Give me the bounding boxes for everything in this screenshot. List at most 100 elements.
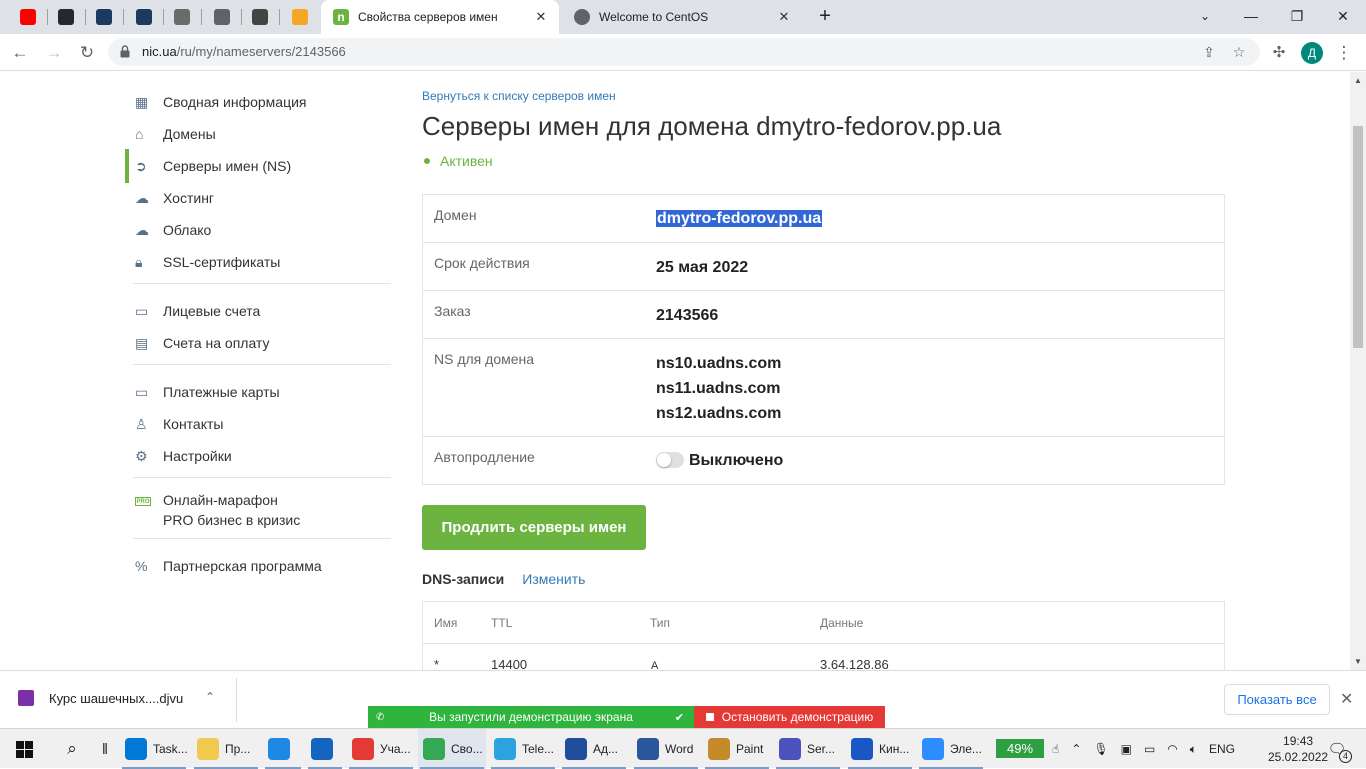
volume-icon[interactable]: 🔈︎ [1190, 742, 1197, 757]
minimize-icon[interactable]: — [1228, 0, 1274, 34]
url-host: nic.ua [142, 44, 177, 59]
profile-avatar[interactable]: Д [1301, 42, 1323, 64]
arrow-circle-icon: ➲ [135, 158, 147, 174]
taskbar-app[interactable]: Ад... [560, 729, 628, 769]
back-arrow-icon[interactable]: ← [6, 39, 34, 67]
share-icon[interactable]: ⇪ [1198, 41, 1220, 63]
taskbar-app[interactable] [263, 729, 303, 769]
sidebar-item-4-0[interactable]: % Партнерская программа [135, 553, 322, 579]
sidebar-item-2-0[interactable]: ▭ Платежные карты [135, 379, 280, 405]
close-window-icon[interactable]: ✕ [1320, 0, 1366, 34]
system-clock[interactable]: 19:43 25.02.2022 [1268, 733, 1328, 765]
show-hidden-icons-chevron-icon[interactable]: ⌃ [1071, 742, 1081, 756]
dns-edit-link[interactable]: Изменить [522, 571, 585, 587]
sidebar-item-1-0[interactable]: ▭ Лицевые счета [135, 298, 260, 324]
restore-icon[interactable]: ❐ [1274, 0, 1320, 34]
pinned-tab[interactable] [14, 5, 42, 29]
pinned-tab[interactable] [208, 5, 236, 29]
task-view-icon[interactable]: ‖ [96, 729, 114, 769]
battery-plug-icon[interactable]: ▭ [1144, 742, 1155, 756]
sidebar-item-2-2[interactable]: ⚙ Настройки [135, 443, 232, 469]
sidebar-item-2-1[interactable]: ♙ Контакты [135, 411, 223, 437]
download-item[interactable]: Курс шашечных....djvu [18, 690, 183, 706]
app-icon [125, 738, 147, 760]
dns-col-type: Тип [650, 616, 671, 630]
sidebar-item-1-1[interactable]: ▤ Счета на оплату [135, 330, 270, 356]
taskbar-app[interactable]: Кин... [846, 729, 914, 769]
tab-nameserver-properties[interactable]: n Свойства серверов имен ✕ [321, 0, 559, 34]
close-tab-icon[interactable]: ✕ [774, 9, 794, 25]
pinned-tab[interactable] [90, 5, 118, 29]
app-label: Эле... [950, 742, 982, 756]
close-tab-icon[interactable]: ✕ [531, 9, 551, 25]
sidebar-item-label: Онлайн-марафон PRO бизнес в кризис [163, 492, 300, 528]
stop-screenshare-button[interactable]: Остановить демонстрацию [694, 706, 885, 728]
scroll-up-arrow-icon[interactable]: ▲ [1354, 76, 1362, 85]
page-scrollbar[interactable]: ▲ ▼ [1350, 72, 1366, 670]
sidebar-item-3-0[interactable]: PRO Онлайн-марафон PRO бизнес в кризис [135, 492, 300, 536]
scroll-down-arrow-icon[interactable]: ▼ [1354, 657, 1362, 666]
taskbar-app[interactable]: Ser... [774, 729, 842, 769]
taskbar-app[interactable] [306, 729, 344, 769]
wifi-icon[interactable]: ◠ [1167, 742, 1177, 756]
app-icon [779, 738, 801, 760]
taskbar-app[interactable]: Пр... [192, 729, 260, 769]
nameserver-info-table: Домен dmytro-fedorov.pp.ua Срок действия… [422, 194, 1225, 485]
gear-icon: ⚙ [135, 448, 148, 464]
user-icon: ♙ [135, 416, 148, 432]
dns-cell-ttl: 14400 [491, 657, 528, 670]
sidebar-item-0-1[interactable]: ⌂ Домены [135, 121, 216, 147]
back-to-nameservers-link[interactable]: Вернуться к списку серверов имен [422, 89, 616, 103]
pinned-tab[interactable] [286, 5, 314, 29]
pinned-tab[interactable] [246, 5, 274, 29]
microphone-icon[interactable]: 🎙︎ [1093, 742, 1108, 756]
bookmark-page-icon [174, 9, 190, 25]
show-all-downloads-button[interactable]: Показать все [1224, 684, 1330, 715]
taskbar-app[interactable]: Word [632, 729, 700, 769]
search-icon[interactable]: ⌕ [56, 729, 88, 769]
domain-label: Домен [434, 207, 477, 223]
address-bar[interactable]: nic.ua/ru/my/nameservers/2143566 ⇪ ☆ [108, 38, 1260, 66]
tab-centos[interactable]: Welcome to CentOS ✕ [562, 0, 802, 34]
pinned-tab[interactable] [130, 5, 158, 29]
taskbar-app[interactable]: Сво... [418, 729, 486, 769]
sidebar-item-label: Хостинг [163, 190, 215, 206]
sidebar-item-0-0[interactable]: ▦ Сводная информация [135, 89, 307, 115]
taskbar-app[interactable]: Tele... [489, 729, 557, 769]
download-options-chevron-icon[interactable]: ⌃ [205, 690, 215, 704]
status-dot-icon [424, 158, 430, 164]
taskbar-app[interactable]: Эле... [917, 729, 985, 769]
sidebar-item-0-3[interactable]: ☁ Хостинг [135, 185, 214, 211]
sidebar-item-0-5[interactable]: 🔒︎ SSL-сертификаты [135, 249, 280, 275]
input-language[interactable]: ENG [1209, 742, 1235, 756]
taskbar-app[interactable]: Paint [703, 729, 771, 769]
lock-icon [120, 45, 130, 58]
bookmark-star-icon[interactable]: ☆ [1228, 41, 1250, 63]
renew-nameservers-button[interactable]: Продлить серверы имен [422, 505, 646, 550]
tab-search-chevron-icon[interactable]: ⌄ [1182, 0, 1228, 34]
display-icon[interactable]: ▣ [1121, 742, 1132, 756]
reload-icon[interactable]: ↻ [73, 39, 101, 67]
sidebar-item-0-4[interactable]: ☁ Облако [135, 217, 211, 243]
extensions-puzzle-icon[interactable]: ✣ [1265, 39, 1293, 67]
notification-center-icon[interactable]: 🗨︎ 4 [1322, 729, 1352, 769]
taskbar-app[interactable]: Уча... [347, 729, 415, 769]
scrollbar-thumb[interactable] [1353, 126, 1363, 348]
autorenew-control: Выключено [656, 448, 783, 473]
new-tab-plus-icon[interactable]: + [812, 4, 838, 30]
clock-date: 25.02.2022 [1268, 750, 1329, 764]
dns-records-table: Имя TTL Тип Данные * 14400 A 3.64.128.86 [422, 601, 1225, 670]
pinned-tab[interactable] [168, 5, 196, 29]
sidebar-item-0-2[interactable]: ➲ Серверы имен (NS) [124, 149, 291, 183]
pinned-tab[interactable] [52, 5, 80, 29]
windows-taskbar: ⌕ ‖ Task... Пр... Уча... Сво... Tele... Ад...… [0, 728, 1366, 769]
app-label: Ад... [593, 742, 619, 756]
close-downloads-icon[interactable]: ✕ [1340, 689, 1353, 709]
forward-arrow-icon[interactable]: → [40, 39, 68, 67]
touch-icon[interactable]: ☝ [1052, 742, 1059, 756]
battery-indicator[interactable]: 49% [996, 739, 1044, 758]
browser-menu-icon[interactable]: ⋮ [1330, 39, 1358, 67]
start-button[interactable] [0, 729, 48, 769]
taskbar-app[interactable]: Task... [120, 729, 188, 769]
autorenew-toggle[interactable] [656, 451, 684, 468]
